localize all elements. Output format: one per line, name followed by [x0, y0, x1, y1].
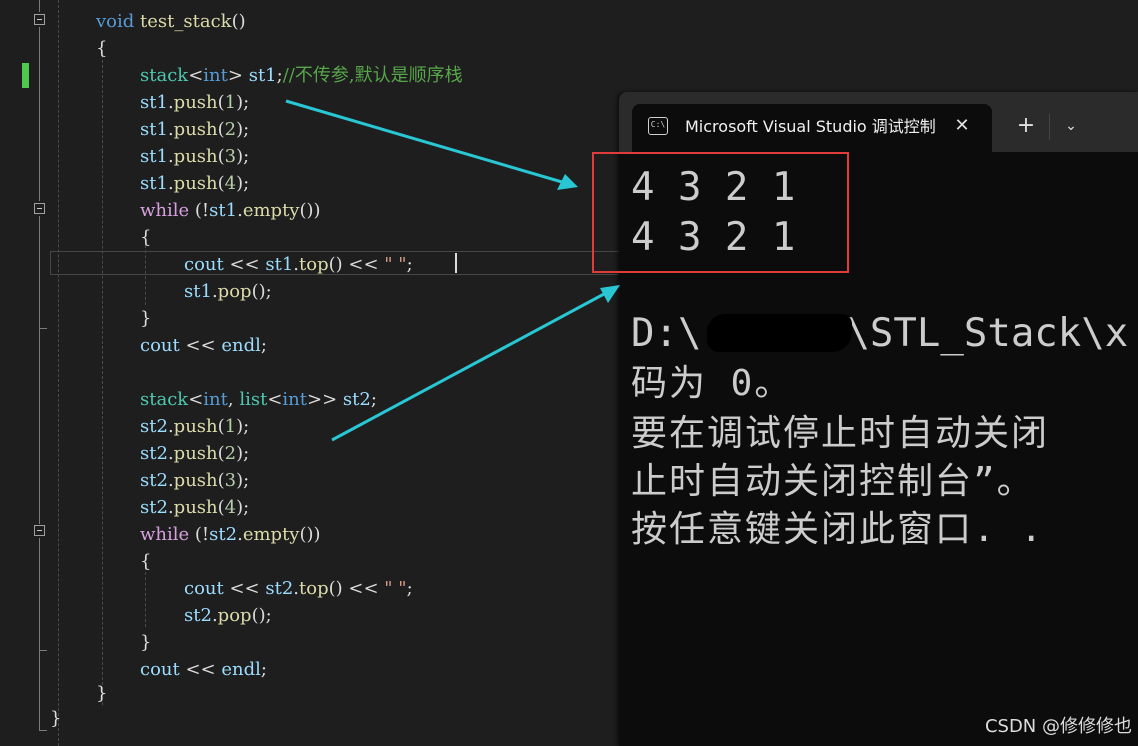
- arrow-line-1: [285, 99, 563, 184]
- watermark: CSDN @修修修也: [984, 716, 1132, 737]
- annotation-arrows: [285, 99, 620, 442]
- arrow-line-2: [331, 292, 605, 442]
